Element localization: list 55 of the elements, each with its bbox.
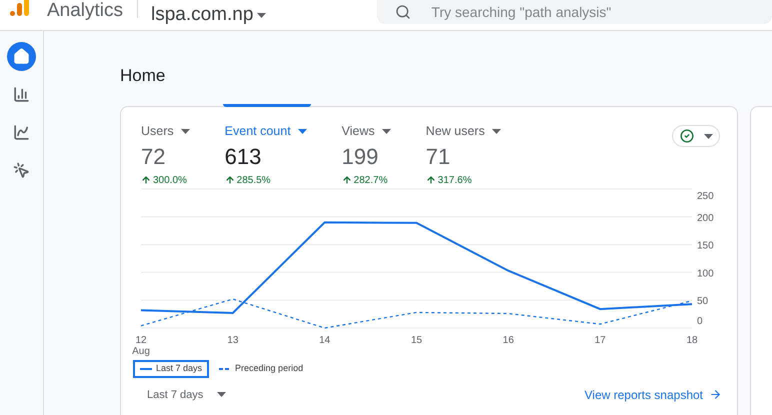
metric-tab[interactable]: New users 71 317.6%: [426, 122, 501, 188]
page-title: Home: [120, 66, 166, 86]
caret-icon: [492, 128, 501, 134]
metric-change: 317.6%: [426, 172, 501, 188]
status-dropdown[interactable]: [672, 125, 720, 147]
caret-icon: [180, 128, 190, 134]
arrow-right-icon: [709, 388, 722, 402]
axis-label: 14: [319, 334, 330, 346]
view-reports-link[interactable]: View reports snapshot: [584, 386, 722, 404]
caret-icon: [257, 12, 266, 18]
caret-icon: [217, 392, 226, 398]
axis-label: 13: [227, 334, 238, 346]
caret-icon: [704, 134, 712, 138]
arrow-up-icon: [141, 175, 151, 186]
axis-label: 200: [697, 212, 714, 224]
axis-label: 17: [594, 334, 606, 346]
search-field[interactable]: Try searching "path analysis": [377, 0, 772, 24]
arrow-up-icon: [426, 175, 436, 186]
dashed-line-icon: [219, 368, 232, 370]
caret-icon: [382, 128, 391, 134]
legend-item[interactable]: Last 7 days: [133, 360, 210, 378]
metric-value: 613: [224, 142, 262, 171]
metric-value: 199: [342, 142, 380, 171]
logo-icon: [10, 0, 30, 16]
axis-label: 0: [697, 316, 703, 327]
axis-label: 12 Aug: [132, 334, 150, 357]
line-icon: [140, 368, 152, 370]
nav-button[interactable]: [7, 42, 36, 71]
metric-tab[interactable]: Views 199 282.7%: [342, 122, 391, 188]
axis-label: 100: [697, 268, 714, 280]
metric-value: 72: [141, 142, 166, 171]
home-icon: [13, 48, 30, 65]
arrow-up-icon: [342, 175, 352, 186]
legend-item[interactable]: Preceding period: [212, 360, 310, 378]
metric-change: 285.5%: [224, 172, 307, 188]
metric-tab[interactable]: Users 72 300.0%: [141, 122, 190, 188]
arrow-up-icon: [224, 175, 235, 186]
caret-icon: [298, 128, 307, 134]
check-circle-icon: [680, 129, 694, 143]
axis-label: 16: [502, 334, 514, 346]
metric-change: 282.7%: [342, 172, 391, 188]
metric-value: 71: [426, 142, 452, 171]
axis-label: 50: [697, 296, 708, 307]
metric-tab[interactable]: Event count 613 285.5%: [224, 122, 307, 188]
axis-label: 150: [697, 240, 714, 252]
metric-change: 300.0%: [141, 172, 190, 188]
axis-label: 18: [686, 334, 698, 346]
search-icon: [395, 4, 412, 20]
axis-label: 15: [410, 334, 422, 346]
axis-label: 250: [697, 190, 714, 202]
app-name: Analytics: [47, 0, 124, 22]
property-selector[interactable]: lspa.com.np: [150, 1, 266, 30]
search-input[interactable]: Try searching "path analysis": [431, 2, 732, 22]
bar-chart-icon: [13, 86, 30, 103]
date-range-dropdown[interactable]: Last 7 days: [147, 386, 226, 403]
